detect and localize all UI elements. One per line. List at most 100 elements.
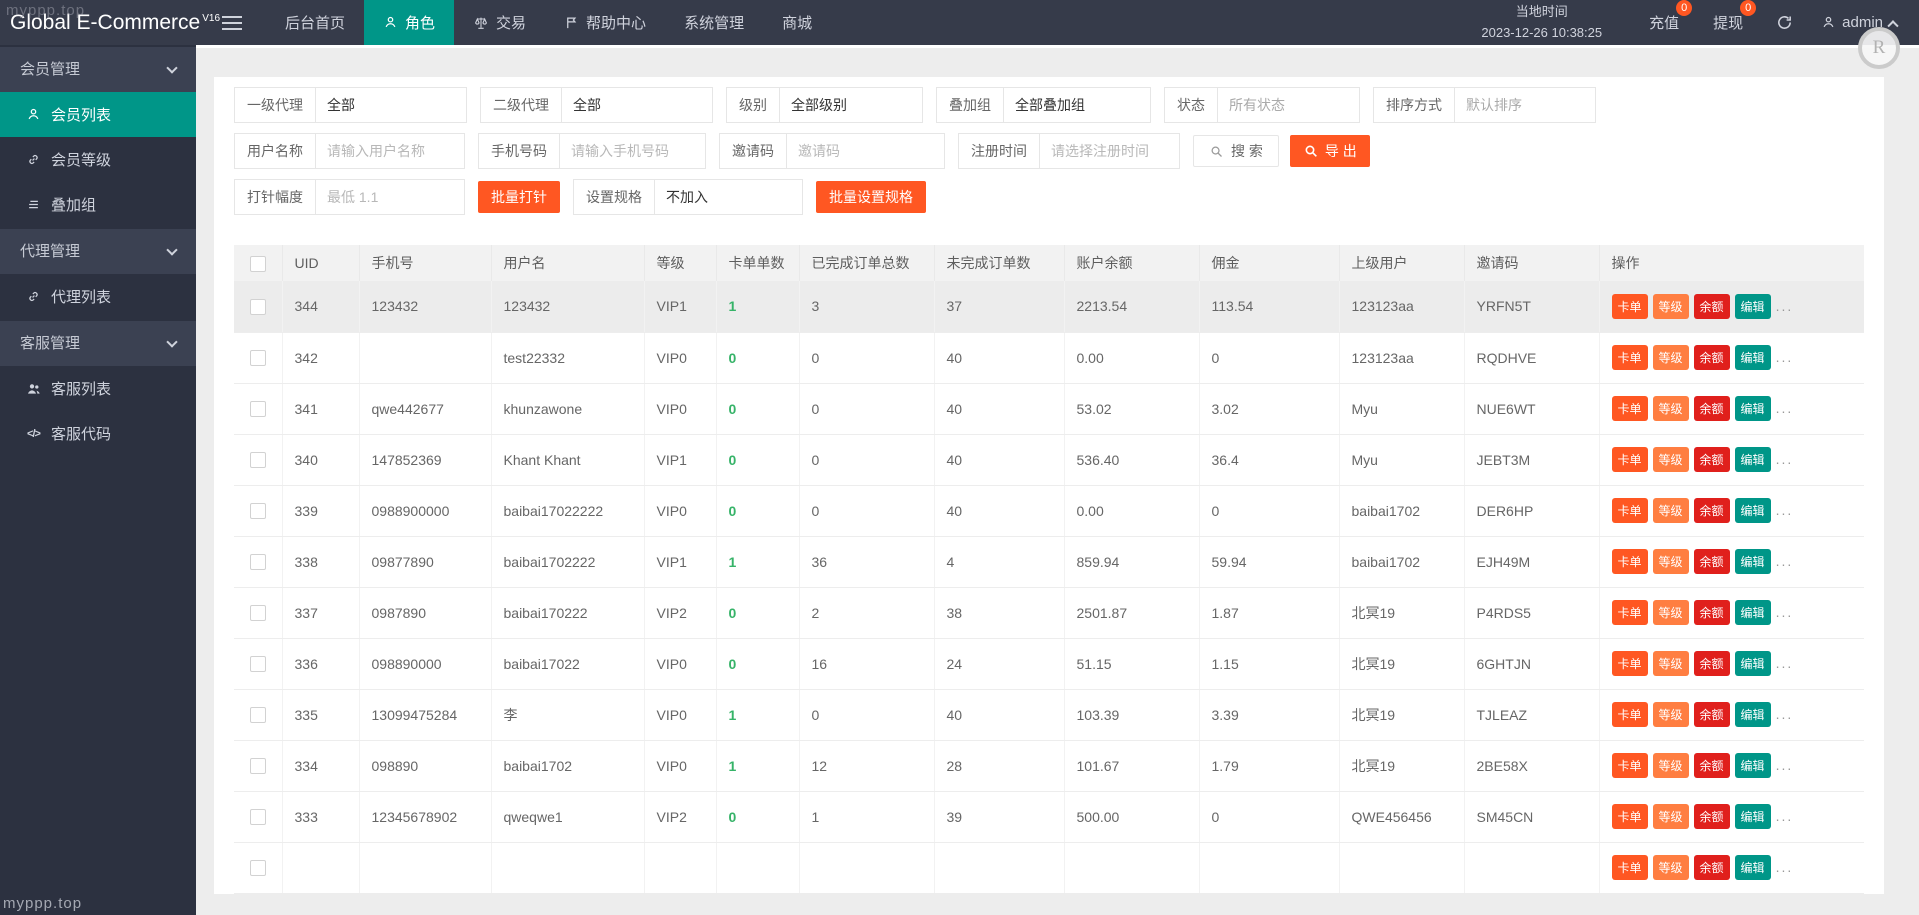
more-actions-button[interactable]: ... [1776,859,1794,875]
sidebar-item-agent-list[interactable]: 代理列表 [0,274,196,319]
edit-button[interactable]: 编辑 [1735,855,1771,880]
more-actions-button[interactable]: ... [1776,400,1794,416]
level-button[interactable]: 等级 [1653,855,1689,880]
refresh-icon[interactable] [1776,14,1793,31]
row-checkbox[interactable] [250,758,266,774]
batch-spec-button[interactable]: 批量设置规格 [816,181,926,213]
card-order-button[interactable]: 卡单 [1612,651,1648,676]
row-checkbox[interactable] [250,605,266,621]
menu-toggle-icon[interactable] [222,12,242,34]
card-order-button[interactable]: 卡单 [1612,447,1648,472]
sidebar-group-service[interactable]: 客服管理 [0,321,196,366]
filter-value[interactable]: 所有状态 [1218,88,1359,122]
level-button[interactable]: 等级 [1653,753,1689,778]
spec-select[interactable]: 设置规格 不加入 [573,179,803,215]
row-checkbox[interactable] [250,554,266,570]
balance-button[interactable]: 余额 [1694,855,1730,880]
select-all-checkbox[interactable] [250,256,266,272]
balance-button[interactable]: 余额 [1694,804,1730,829]
nav-item-system[interactable]: 系统管理 [665,0,763,45]
level-button[interactable]: 等级 [1653,549,1689,574]
row-checkbox[interactable] [250,809,266,825]
sidebar-item-member-level[interactable]: 会员等级 [0,137,196,182]
username-input[interactable] [316,134,464,168]
card-order-button[interactable]: 卡单 [1612,600,1648,625]
more-actions-button[interactable]: ... [1776,553,1794,569]
edit-button[interactable]: 编辑 [1735,753,1771,778]
edit-button[interactable]: 编辑 [1735,651,1771,676]
balance-button[interactable]: 余额 [1694,498,1730,523]
row-checkbox[interactable] [250,503,266,519]
phone-input[interactable] [560,134,705,168]
balance-button[interactable]: 余额 [1694,345,1730,370]
edit-button[interactable]: 编辑 [1735,498,1771,523]
sidebar-item-service-list[interactable]: 客服列表 [0,366,196,411]
card-order-button[interactable]: 卡单 [1612,804,1648,829]
more-actions-button[interactable]: ... [1776,451,1794,467]
balance-button[interactable]: 余额 [1694,294,1730,319]
nav-item-roles[interactable]: 角色 [364,0,454,45]
filter-value[interactable]: 全部级别 [780,88,922,122]
sidebar-group-agent[interactable]: 代理管理 [0,229,196,274]
level-button[interactable]: 等级 [1653,702,1689,727]
level-button[interactable]: 等级 [1653,294,1689,319]
balance-button[interactable]: 余额 [1694,549,1730,574]
card-order-button[interactable]: 卡单 [1612,549,1648,574]
edit-button[interactable]: 编辑 [1735,804,1771,829]
balance-button[interactable]: 余额 [1694,396,1730,421]
nav-item-mall[interactable]: 商城 [763,0,831,45]
level-button[interactable]: 等级 [1653,345,1689,370]
filter-value[interactable]: 默认排序 [1455,88,1595,122]
sidebar-item-member-list[interactable]: 会员列表 [0,92,196,137]
filter-stack-group-select[interactable]: 叠加组 全部叠加组 [936,87,1151,123]
edit-button[interactable]: 编辑 [1735,549,1771,574]
balance-button[interactable]: 余额 [1694,600,1730,625]
level-button[interactable]: 等级 [1653,396,1689,421]
sidebar-item-stack-group[interactable]: 叠加组 [0,182,196,227]
nav-item-transactions[interactable]: 交易 [454,0,545,45]
register-time-input[interactable] [1040,134,1179,168]
filter-level-select[interactable]: 级别 全部级别 [726,87,923,123]
row-checkbox[interactable] [250,452,266,468]
edit-button[interactable]: 编辑 [1735,447,1771,472]
card-order-button[interactable]: 卡单 [1612,396,1648,421]
filter-value[interactable]: 全部 [562,88,712,122]
balance-button[interactable]: 余额 [1694,447,1730,472]
recharge-link[interactable]: 充值 0 [1649,12,1679,33]
edit-button[interactable]: 编辑 [1735,396,1771,421]
edit-button[interactable]: 编辑 [1735,600,1771,625]
search-button[interactable]: 搜 索 [1193,135,1279,167]
more-actions-button[interactable]: ... [1776,298,1794,314]
more-actions-button[interactable]: ... [1776,655,1794,671]
level-button[interactable]: 等级 [1653,447,1689,472]
row-checkbox[interactable] [250,350,266,366]
card-order-button[interactable]: 卡单 [1612,702,1648,727]
filter-agent2-select[interactable]: 二级代理 全部 [480,87,713,123]
sidebar-item-service-code[interactable]: </> 客服代码 [0,411,196,456]
row-checkbox[interactable] [250,401,266,417]
card-order-button[interactable]: 卡单 [1612,753,1648,778]
level-button[interactable]: 等级 [1653,804,1689,829]
balance-button[interactable]: 余额 [1694,651,1730,676]
edit-button[interactable]: 编辑 [1735,294,1771,319]
level-button[interactable]: 等级 [1653,498,1689,523]
nav-item-help-center[interactable]: 帮助中心 [545,0,665,45]
invite-code-input[interactable] [787,134,944,168]
batch-needle-button[interactable]: 批量打针 [478,181,560,213]
row-checkbox[interactable] [250,860,266,876]
more-actions-button[interactable]: ... [1776,604,1794,620]
card-order-button[interactable]: 卡单 [1612,294,1648,319]
filter-value[interactable]: 不加入 [655,180,802,214]
filter-status-select[interactable]: 状态 所有状态 [1164,87,1360,123]
withdraw-link[interactable]: 提现 0 [1713,12,1743,33]
edit-button[interactable]: 编辑 [1735,702,1771,727]
balance-button[interactable]: 余额 [1694,702,1730,727]
level-button[interactable]: 等级 [1653,600,1689,625]
balance-button[interactable]: 余额 [1694,753,1730,778]
filter-value[interactable]: 全部 [316,88,466,122]
filter-sort-select[interactable]: 排序方式 默认排序 [1373,87,1596,123]
more-actions-button[interactable]: ... [1776,706,1794,722]
more-actions-button[interactable]: ... [1776,502,1794,518]
row-checkbox[interactable] [250,707,266,723]
card-order-button[interactable]: 卡单 [1612,345,1648,370]
